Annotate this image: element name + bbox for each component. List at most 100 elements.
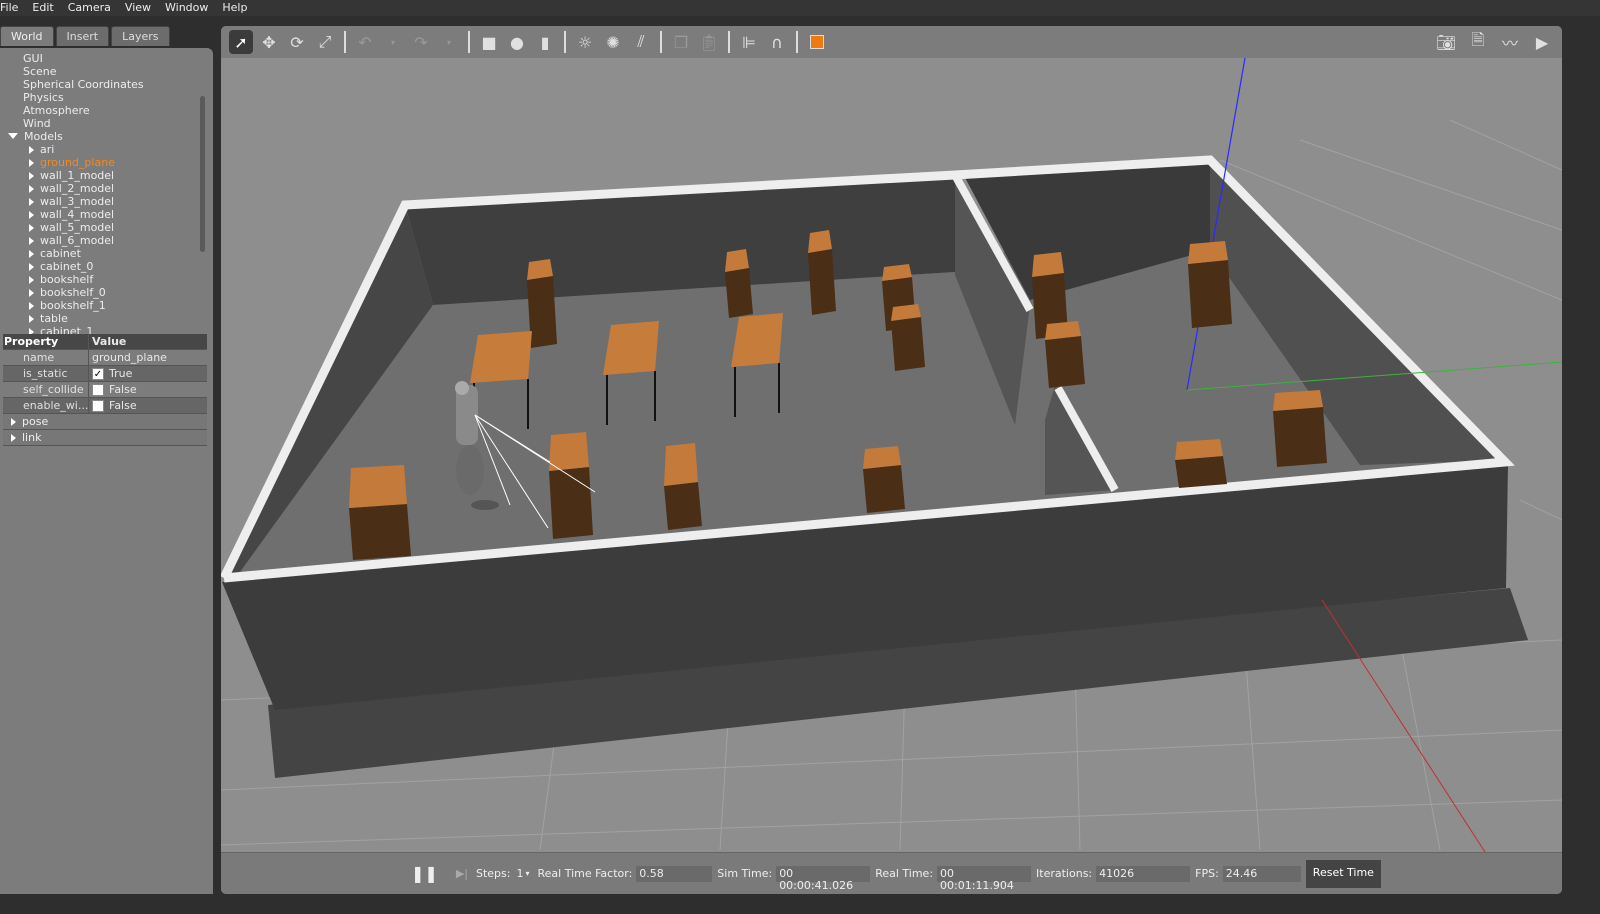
point-light-icon[interactable]: ☼ [573, 30, 597, 54]
cabinet-model [891, 304, 925, 371]
redo-dropdown-icon[interactable]: ▾ [437, 30, 461, 54]
tree-item-model[interactable]: wall_1_model [0, 169, 200, 182]
undo-dropdown-icon[interactable]: ▾ [381, 30, 405, 54]
expand-icon[interactable] [29, 172, 34, 180]
menu-view[interactable]: View [125, 0, 157, 16]
sphere-icon[interactable]: ● [505, 30, 529, 54]
menu-camera[interactable]: Camera [68, 0, 117, 16]
select-arrow-icon[interactable]: ➚ [229, 30, 253, 54]
expand-icon[interactable] [29, 198, 34, 206]
log-icon[interactable]: 🗎 [1466, 30, 1490, 54]
steps-dropdown-icon[interactable]: ▾ [525, 869, 529, 878]
tree-label: cabinet_0 [40, 260, 94, 273]
tree-item-model[interactable]: cabinet_0 [0, 260, 200, 273]
tree-item[interactable]: GUI [0, 52, 200, 65]
menu-edit[interactable]: Edit [32, 0, 59, 16]
expand-icon[interactable] [29, 315, 34, 323]
cabinet-model [349, 465, 411, 560]
expand-icon[interactable] [8, 133, 18, 139]
toolbar: ➚ ✥ ⟳ ⤢ ↶ ▾ ↷ ▾ ■ ● ▮ ☼ ✺ ⫽ ❐ 📋︎ ⊫ ∩ 📷︎ … [221, 26, 1562, 58]
tree-item-model[interactable]: wall_4_model [0, 208, 200, 221]
steps-value[interactable]: 1 [516, 867, 523, 880]
tree-item-model[interactable]: ari [0, 143, 200, 156]
menu-window[interactable]: Window [165, 0, 214, 16]
tab-insert[interactable]: Insert [55, 26, 110, 46]
tree-item[interactable]: Atmosphere [0, 104, 200, 117]
tab-layers[interactable]: Layers [111, 26, 170, 46]
checkbox[interactable] [92, 383, 104, 396]
tree-item-model[interactable]: wall_2_model [0, 182, 200, 195]
expand-icon[interactable] [29, 224, 34, 232]
world-tree: GUI Scene Spherical Coordinates Physics Atmo… [0, 52, 200, 334]
directional-light-icon[interactable]: ⫽ [629, 30, 653, 54]
scene-render[interactable] [221, 58, 1562, 852]
group-label: pose [22, 415, 49, 428]
tree-item[interactable]: Spherical Coordinates [0, 78, 200, 91]
tree-item-model[interactable]: bookshelf_0 [0, 286, 200, 299]
plot-icon[interactable]: 〰 [1498, 30, 1522, 54]
spot-light-icon[interactable]: ✺ [601, 30, 625, 54]
property-group-pose[interactable]: pose [3, 414, 207, 430]
pause-icon[interactable]: ❚❚ [411, 864, 438, 883]
align-icon[interactable]: ⊫ [737, 30, 761, 54]
box-icon[interactable]: ■ [477, 30, 501, 54]
tree-label: ari [40, 143, 55, 156]
magnet-icon[interactable]: ∩ [765, 30, 789, 54]
separator [344, 31, 346, 53]
property-header: Property Value [3, 334, 207, 350]
property-value: False [89, 398, 207, 413]
tree-item[interactable]: Scene [0, 65, 200, 78]
expand-icon[interactable] [29, 289, 34, 297]
cylinder-icon[interactable]: ▮ [533, 30, 557, 54]
3d-viewport[interactable]: ➚ ✥ ⟳ ⤢ ↶ ▾ ↷ ▾ ■ ● ▮ ☼ ✺ ⫽ ❐ 📋︎ ⊫ ∩ 📷︎ … [221, 26, 1562, 894]
separator [660, 31, 662, 53]
real-time-label: Real Time: [875, 867, 934, 880]
expand-icon[interactable] [29, 276, 34, 284]
tree-item-model[interactable]: table [0, 312, 200, 325]
paste-icon[interactable]: 📋︎ [697, 30, 721, 54]
tree-item-model[interactable]: bookshelf_1 [0, 299, 200, 312]
expand-icon[interactable] [29, 237, 34, 245]
screenshot-icon[interactable]: 📷︎ [1434, 30, 1458, 54]
tree-label: table [40, 312, 68, 325]
expand-icon[interactable] [29, 263, 34, 271]
tree-item-model[interactable]: wall_6_model [0, 234, 200, 247]
expand-icon[interactable] [29, 146, 34, 154]
record-video-icon[interactable]: ▶ [1530, 30, 1554, 54]
tree-label: bookshelf_1 [40, 299, 106, 312]
expand-icon[interactable] [29, 211, 34, 219]
snap-view-icon[interactable] [805, 30, 829, 54]
rotate-icon[interactable]: ⟳ [285, 30, 309, 54]
tree-item[interactable]: Physics [0, 91, 200, 104]
step-icon[interactable]: ▶| [456, 867, 468, 880]
expand-icon[interactable] [11, 418, 16, 426]
menu-help[interactable]: Help [222, 0, 253, 16]
expand-icon[interactable] [29, 250, 34, 258]
expand-icon[interactable] [29, 185, 34, 193]
tree-item-model[interactable]: cabinet [0, 247, 200, 260]
tree-item-model[interactable]: bookshelf [0, 273, 200, 286]
tree-item-model[interactable]: wall_5_model [0, 221, 200, 234]
tree-scrollbar[interactable] [200, 96, 205, 252]
sim-time-label: Sim Time: [717, 867, 773, 880]
undo-icon[interactable]: ↶ [353, 30, 377, 54]
property-group-link[interactable]: link [3, 430, 207, 446]
scale-icon[interactable]: ⤢ [313, 30, 337, 54]
checkbox[interactable]: ✓ [92, 367, 104, 380]
tree-item[interactable]: Wind [0, 117, 200, 130]
expand-icon[interactable] [29, 302, 34, 310]
expand-icon[interactable] [29, 159, 34, 167]
tree-item-model[interactable]: ground_plane [0, 156, 200, 169]
translate-icon[interactable]: ✥ [257, 30, 281, 54]
reset-time-button[interactable]: Reset Time [1305, 859, 1381, 888]
tree-item-model[interactable]: wall_3_model [0, 195, 200, 208]
expand-icon[interactable] [11, 434, 16, 442]
menu-file[interactable]: File [0, 0, 24, 16]
tab-world[interactable]: World [0, 26, 54, 46]
checkbox[interactable] [92, 399, 104, 412]
copy-icon[interactable]: ❐ [669, 30, 693, 54]
tree-label: ground_plane [40, 156, 115, 169]
tree-item-models[interactable]: Models [0, 130, 200, 143]
property-value-text[interactable]: ground_plane [92, 350, 167, 366]
redo-icon[interactable]: ↷ [409, 30, 433, 54]
